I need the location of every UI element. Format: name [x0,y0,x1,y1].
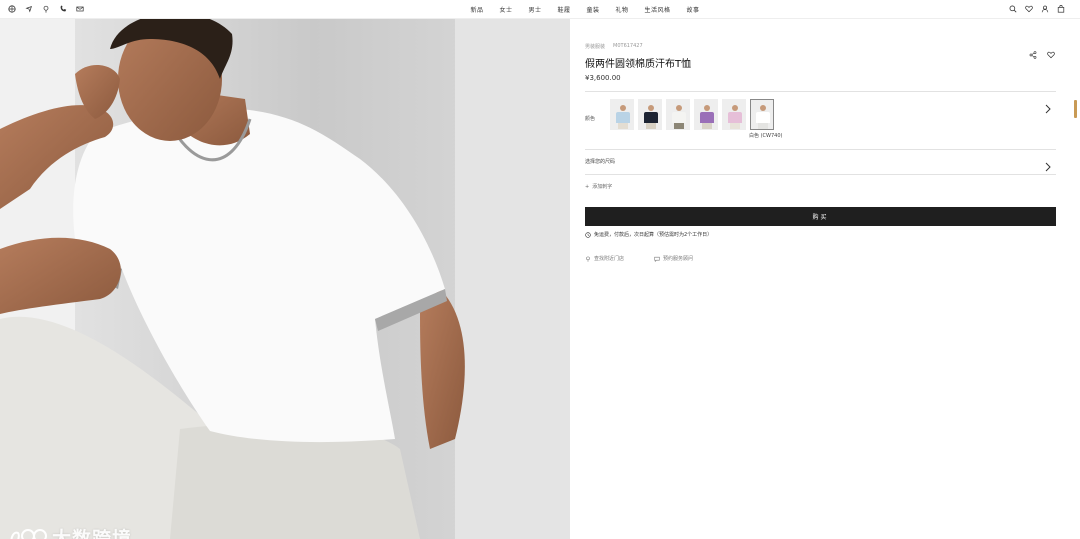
nav-item-gifts[interactable]: 礼物 [616,5,629,14]
wishlist-heart-icon[interactable] [1047,44,1055,59]
watermark: 大数跨境 [8,524,132,539]
chevron-right-icon[interactable] [1045,99,1051,114]
chat-icon [654,256,660,262]
user-icon[interactable] [1041,5,1049,13]
product-details-panel: 男装服装 M0T617427 假两件圆领棉质汗布T恤 ¥3,600.00 颜色 … [585,19,1057,539]
share-icon[interactable] [1029,44,1037,59]
color-swatch[interactable] [666,99,690,130]
nav-item-women[interactable]: 女士 [499,5,512,14]
color-swatch[interactable] [638,99,662,130]
color-swatch[interactable] [610,99,634,130]
color-swatch[interactable] [694,99,718,130]
bag-icon[interactable] [1057,5,1065,13]
divider [585,174,1056,175]
main-menu: 新品 女士 男士 鞋履 童装 礼物 生活风格 故事 [0,5,1080,14]
selected-color-name: 白色 (CW740) [749,133,783,139]
top-navigation-bar: 新品 女士 男士 鞋履 童装 礼物 生活风格 故事 [0,0,1080,19]
top-right-icons [1009,5,1065,13]
search-icon[interactable] [1009,5,1017,13]
nav-item-kids[interactable]: 童装 [587,5,600,14]
product-photo: 大数跨境 [0,19,570,539]
divider [585,149,1056,150]
chevron-right-icon[interactable] [1045,157,1051,172]
store-links: 查找附近门店 预约服务顾问 [585,255,693,262]
shipping-text: 免运费，付款后，次日起算（预估需时为2个工作日） [594,232,713,238]
color-label: 颜色 [585,116,596,122]
watermark-text: 大数跨境 [52,528,133,539]
nav-item-men[interactable]: 男士 [528,5,541,14]
find-store-label: 查找附近门店 [594,256,625,262]
clock-icon [585,231,591,238]
color-swatch[interactable] [722,99,746,130]
pin-icon [586,256,590,262]
color-swatches [610,99,774,130]
heart-icon[interactable] [1025,5,1033,13]
book-advisor-label: 预约服务顾问 [663,256,694,262]
divider [585,91,1056,92]
breadcrumb: 男装服装 M0T617427 [585,43,643,50]
shipping-info: 免运费，付款后，次日起算（预估需时为2个工作日） [585,231,712,238]
find-store-link[interactable]: 查找附近门店 [585,255,624,262]
color-swatch-selected[interactable] [750,99,774,130]
plus-icon: + [585,183,590,190]
nav-item-new[interactable]: 新品 [470,5,483,14]
buy-button[interactable]: 购买 [585,207,1056,226]
breadcrumb-category[interactable]: 男装服装 [585,43,605,50]
add-monogram-link[interactable]: + 添加刺字 [585,183,613,191]
product-price: ¥3,600.00 [585,74,621,82]
nav-item-lifestyle[interactable]: 生活风格 [645,5,671,14]
nav-item-stories[interactable]: 故事 [687,5,700,14]
product-code: M0T617427 [613,43,643,49]
product-title: 假两件圆领棉质汗布T恤 [585,59,692,70]
watermark-logo-icon [10,528,47,539]
size-selector[interactable]: 选择您的尺码 [585,158,615,165]
add-monogram-label: 添加刺字 [592,184,613,190]
scrollbar-thumb[interactable] [1074,100,1077,118]
nav-item-shoes[interactable]: 鞋履 [557,5,570,14]
book-advisor-link[interactable]: 预约服务顾问 [654,255,693,262]
